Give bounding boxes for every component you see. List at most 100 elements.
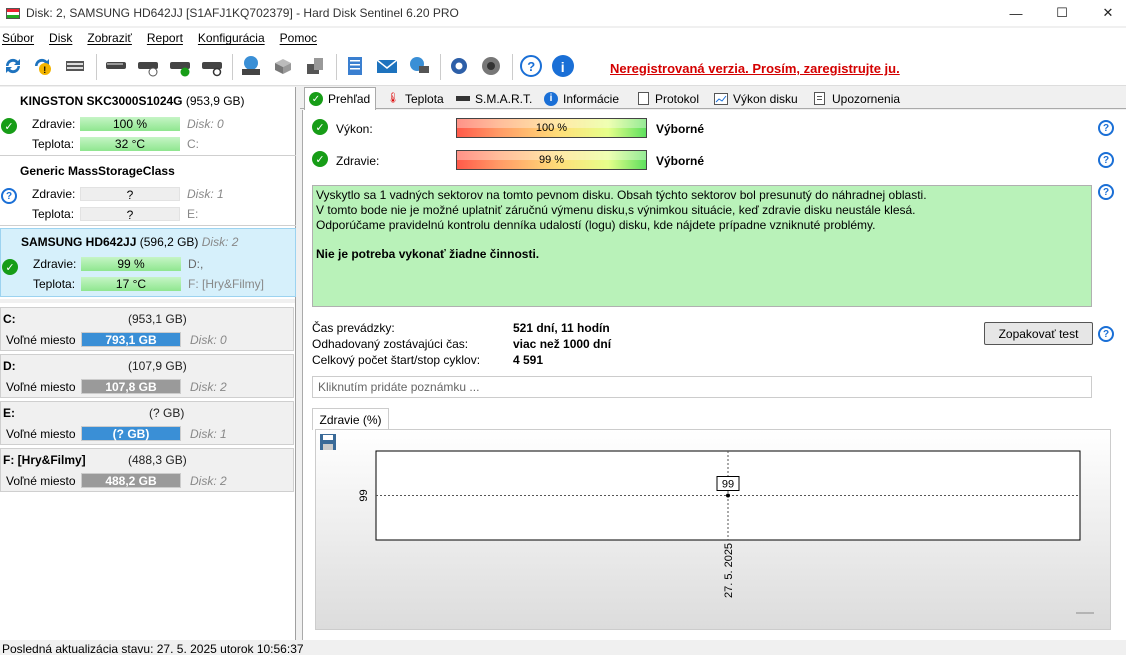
network-disk-icon[interactable]	[238, 53, 264, 79]
disk-search-icon[interactable]	[199, 53, 225, 79]
message-line: Vyskytlo sa 1 vadných sektorov na tomto …	[316, 188, 927, 202]
menu-report[interactable]: Report	[145, 31, 190, 45]
details-pane: ✓ Prehľad 🌡 Teplota S.M.A.R.T. i Informácie…	[300, 87, 1126, 640]
repeat-test-button[interactable]: Zopakovať test	[984, 322, 1093, 345]
tab-smart[interactable]: S.M.A.R.T.	[452, 88, 536, 109]
volume-size: (953,1 GB)	[128, 312, 187, 326]
message-line: V tomto bode nie je možné uplatniť záruč…	[316, 203, 916, 217]
svg-text:99: 99	[722, 479, 734, 491]
minimize-button[interactable]: —	[993, 0, 1039, 26]
info-icon: i	[544, 91, 558, 106]
message-help-icon[interactable]: ?	[1098, 184, 1114, 200]
menu-view[interactable]: Zobraziť	[85, 31, 139, 45]
menu-file[interactable]: Súbor	[0, 31, 41, 45]
status-unknown-icon: ?	[1, 188, 17, 204]
chart-icon	[714, 92, 728, 106]
menu-disk[interactable]: Disk	[47, 31, 79, 45]
data-label: 99	[716, 476, 740, 491]
toolbar: ! ? i Neregistrovaná verzia. Prosím, zar…	[0, 48, 1126, 86]
performance-bar: 100 %	[456, 118, 647, 138]
free-space-label: Voľné miesto	[6, 427, 76, 441]
performance-label: Výkon:	[336, 122, 373, 136]
disk-item-generic[interactable]: Generic MassStorageClass ? Zdravie: ? Di…	[0, 158, 296, 226]
gear-icon[interactable]	[446, 53, 472, 79]
health-label: Zdravie:	[32, 187, 76, 201]
menu-help[interactable]: Pomoc	[278, 31, 324, 45]
health-chart: 99 99 27. 5. 2025	[358, 450, 1094, 614]
health-graph: 99 99 27. 5. 2025	[315, 429, 1111, 630]
svg-text:i: i	[561, 59, 565, 75]
volume-disk: Disk: 2	[190, 474, 227, 488]
status-bar: Posledná aktualizácia stavu: 27. 5. 2025…	[0, 640, 1126, 655]
disk-item-samsung[interactable]: SAMSUNG HD642JJ (596,2 GB) Disk: 2 ✓ Zdr…	[0, 228, 296, 297]
svg-text:?: ?	[527, 59, 535, 74]
performance-help-icon[interactable]: ?	[1098, 120, 1114, 136]
tab-log[interactable]: Protokol	[632, 88, 703, 109]
free-space-bar: (? GB)	[81, 426, 181, 441]
window-title: Disk: 2, SAMSUNG HD642JJ [S1AFJ1KQ702379…	[26, 6, 459, 20]
graph-tab-health[interactable]: Zdravie (%)	[312, 408, 389, 430]
disk-id: Disk: 0	[187, 117, 224, 131]
volume-letter: E:	[187, 207, 199, 221]
health-bar: 99 %	[456, 150, 647, 170]
volume-item-e[interactable]: E: (? GB) Voľné miesto (? GB) Disk: 1	[0, 401, 294, 445]
temp-bar: 32 °C	[80, 137, 180, 151]
maximize-button[interactable]: ☐	[1039, 0, 1085, 26]
app-icon	[6, 7, 20, 19]
volume-disk: Disk: 2	[190, 380, 227, 394]
smart-icon	[456, 92, 470, 106]
refresh-warning-icon[interactable]: !	[30, 53, 56, 79]
disk-temperature-icon[interactable]	[135, 53, 161, 79]
close-button[interactable]: ✕	[1085, 0, 1126, 26]
tab-overview[interactable]: ✓ Prehľad	[304, 87, 376, 110]
backup-icon[interactable]	[302, 53, 328, 79]
tab-alerts[interactable]: Upozornenia	[809, 88, 904, 109]
disk-item-kingston[interactable]: KINGSTON SKC3000S1024G (953,9 GB) ✓ Zdra…	[0, 88, 296, 156]
note-input[interactable]: Kliknutím pridáte poznámku ...	[312, 376, 1092, 398]
repeat-help-icon[interactable]: ?	[1098, 326, 1114, 342]
refresh-icon[interactable]	[0, 53, 26, 79]
cycles-label: Celkový počet štart/stop cyklov:	[312, 353, 481, 367]
free-space-bar: 793,1 GB	[81, 332, 181, 347]
disk-ok-icon[interactable]	[167, 53, 193, 79]
menu-configuration[interactable]: Konfigurácia	[196, 31, 272, 45]
volume-item-d[interactable]: D: (107,9 GB) Voľné miesto 107,8 GB Disk…	[0, 354, 294, 398]
disk-drive-icon[interactable]	[62, 53, 88, 79]
remaining-label: Odhadovaný zostávajúci čas:	[312, 337, 469, 351]
email-icon[interactable]	[374, 53, 400, 79]
disk-info-icon[interactable]	[103, 53, 129, 79]
uptime-value: 521 dní, 11 hodín	[513, 321, 610, 335]
temp-bar: 17 °C	[81, 277, 181, 291]
volume-disk: Disk: 0	[190, 333, 227, 347]
volume-letter: C:	[187, 137, 199, 151]
speaker-icon[interactable]	[478, 53, 504, 79]
temp-label: Teplota:	[32, 207, 75, 221]
volume-name: E:	[3, 406, 15, 420]
volume-item-c[interactable]: C: (953,1 GB) Voľné miesto 793,1 GB Disk…	[0, 307, 294, 351]
tab-bar: ✓ Prehľad 🌡 Teplota S.M.A.R.T. i Informácie…	[300, 87, 1126, 110]
tab-temperature[interactable]: 🌡 Teplota	[382, 88, 448, 109]
info-icon[interactable]: i	[550, 53, 576, 79]
disk-id: Disk: 1	[187, 187, 224, 201]
svg-text:!: !	[43, 65, 46, 75]
unregistered-link[interactable]: Neregistrovaná verzia. Prosím, zaregistr…	[610, 61, 900, 76]
volume-name: D:	[3, 359, 16, 373]
hardware-icon[interactable]	[270, 53, 296, 79]
tab-performance[interactable]: Výkon disku	[710, 88, 802, 109]
tab-information[interactable]: i Informácie	[540, 88, 623, 109]
health-label: Zdravie:	[33, 257, 77, 271]
y-tick-label: 99	[358, 489, 370, 501]
volume-item-f[interactable]: F: [Hry&Filmy] (488,3 GB) Voľné miesto 4…	[0, 448, 294, 492]
temp-bar: ?	[80, 207, 180, 222]
health-help-icon[interactable]: ?	[1098, 152, 1114, 168]
volume-letter: F: [Hry&Filmy]	[188, 277, 264, 291]
disk-name: Generic MassStorageClass	[20, 164, 175, 178]
health-bar: 100 %	[80, 117, 180, 131]
status-ok-icon: ✓	[2, 259, 18, 275]
network-computer-icon[interactable]	[406, 53, 432, 79]
volume-name: C:	[3, 312, 16, 326]
notepad-icon[interactable]	[342, 53, 368, 79]
free-space-value: 488,2 GB	[82, 474, 180, 488]
help-icon[interactable]: ?	[518, 53, 544, 79]
x-tick-label: 27. 5. 2025	[723, 543, 735, 598]
